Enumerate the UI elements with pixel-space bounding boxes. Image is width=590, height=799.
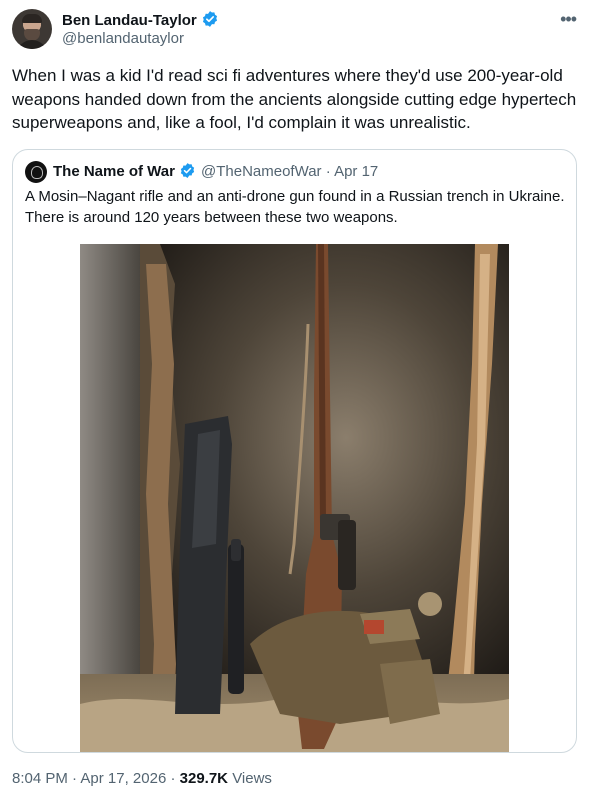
tweet-footer: 8:04 PM · Apr 17, 2026 · 329.7K Views [12,770,272,787]
tweet-time[interactable]: 8:04 PM [12,770,68,787]
more-horizontal-icon[interactable]: ••• [560,9,577,30]
footer-separator: · [170,770,180,787]
quoted-tweet[interactable]: The Name of War @TheNameofWar · Apr 17 A… [12,149,577,753]
views-count[interactable]: 329.7K [180,770,228,787]
quoted-text: A Mosin–Nagant rifle and an anti-drone g… [25,188,565,226]
author-handle[interactable]: @benlandautaylor [62,30,184,47]
tweet-header: Ben Landau-Taylor @benlandautaylor ••• [12,9,578,53]
verified-badge-icon [179,162,196,183]
tweet-text: When I was a kid I'd read sci fi adventu… [12,66,577,132]
author-avatar[interactable] [12,9,52,49]
quoted-author-name-row[interactable]: The Name of War [53,162,196,183]
trench-photo-illustration [80,244,509,752]
quoted-photo[interactable] [80,244,509,752]
quoted-author-handle[interactable]: @TheNameofWar [201,163,322,180]
quoted-meta: @TheNameofWar · Apr 17 [201,163,378,180]
meta-separator: · [325,163,335,180]
tweet-date[interactable]: Apr 17, 2026 [80,770,166,787]
author-name-row[interactable]: Ben Landau-Taylor [62,10,219,32]
verified-badge-icon [201,10,219,32]
quoted-author-name[interactable]: The Name of War [53,163,175,180]
author-name[interactable]: Ben Landau-Taylor [62,12,197,29]
quoted-date[interactable]: Apr 17 [334,163,378,180]
views-label: Views [232,770,272,787]
quoted-author-avatar[interactable] [25,161,47,183]
